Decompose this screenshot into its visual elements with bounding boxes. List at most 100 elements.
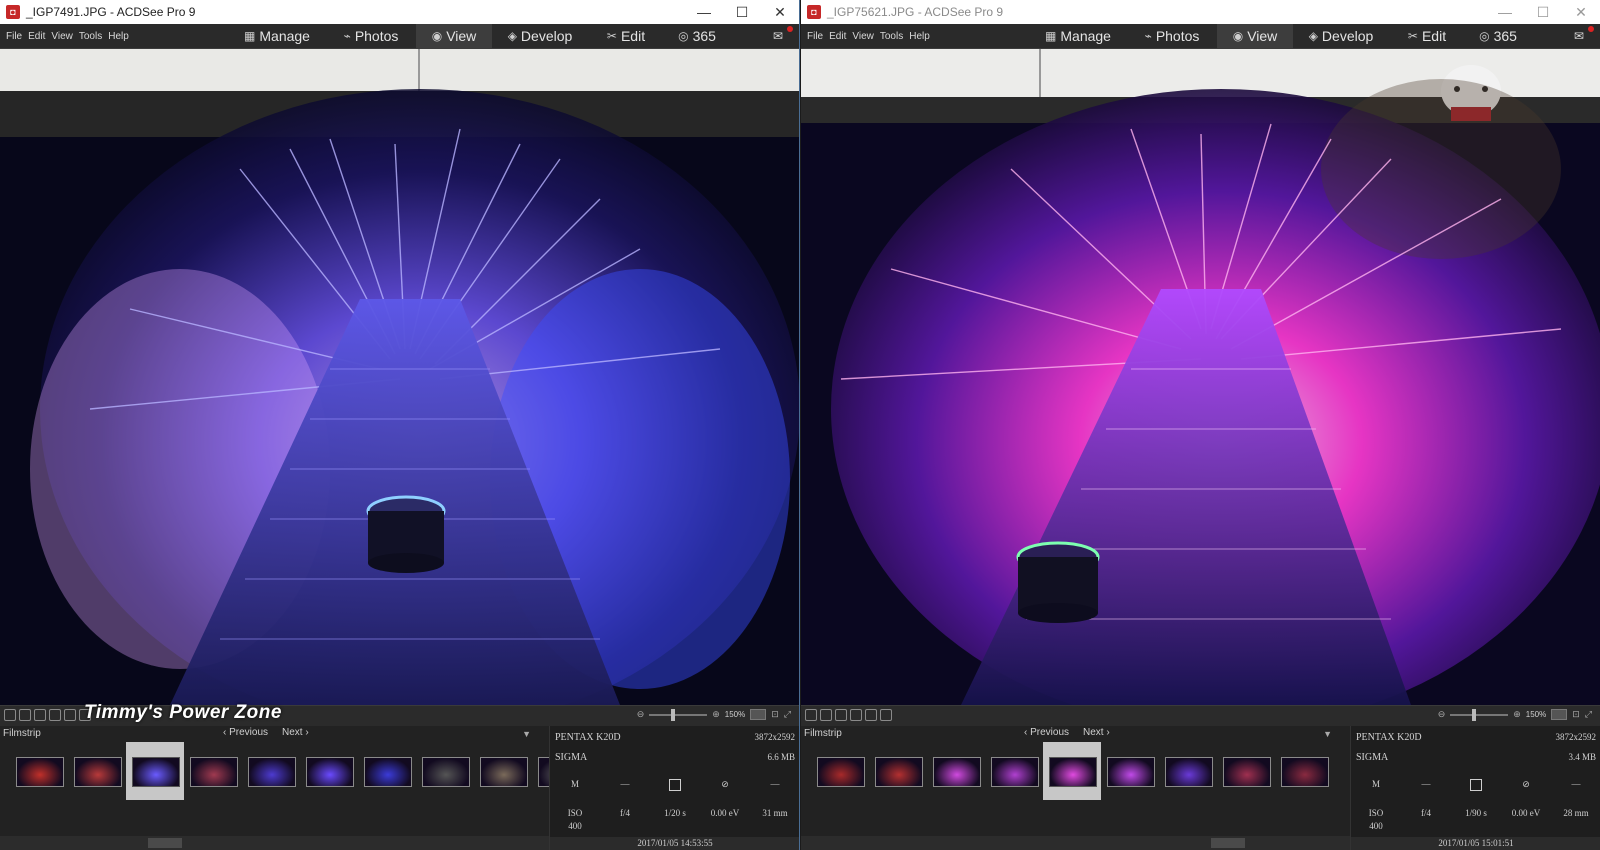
zoom-slider-knob[interactable] bbox=[671, 708, 676, 721]
filmstrip-thumbnail[interactable] bbox=[1275, 742, 1333, 800]
next-button[interactable]: Next › bbox=[282, 727, 309, 738]
previous-button[interactable]: ‹ Previous bbox=[223, 727, 268, 738]
thumbnail-image bbox=[74, 757, 122, 787]
mode-tab-365[interactable]: ◎ 365 bbox=[664, 24, 730, 48]
filmstrip-thumbnail[interactable] bbox=[300, 742, 358, 800]
mode-tab-edit[interactable]: ✂ Edit bbox=[1389, 24, 1465, 48]
close-button[interactable]: ✕ bbox=[761, 0, 799, 24]
shutter-value: 1/90 s bbox=[1465, 808, 1487, 818]
mode-tab-manage[interactable]: ▦ Manage bbox=[1029, 24, 1127, 48]
mode-tab-develop[interactable]: ◈ Develop bbox=[492, 24, 588, 48]
develop-icon: ◈ bbox=[507, 29, 517, 43]
scrollbar-thumb[interactable] bbox=[1211, 838, 1245, 848]
capture-datetime: 2017/01/05 15:01:51 bbox=[1351, 837, 1600, 850]
previous-button[interactable]: ‹ Previous bbox=[1024, 727, 1069, 738]
filmstrip-thumbnail[interactable] bbox=[242, 742, 300, 800]
filmstrip-thumbnail[interactable] bbox=[68, 742, 126, 800]
menu-tools[interactable]: Tools bbox=[880, 31, 903, 42]
filmstrip-thumbnail[interactable] bbox=[126, 742, 184, 800]
zoom-icon[interactable] bbox=[880, 709, 892, 721]
filmstrip-thumbnail[interactable] bbox=[1043, 742, 1101, 800]
zoom-out-icon[interactable]: ⊖ bbox=[1438, 709, 1446, 720]
select-icon[interactable] bbox=[64, 709, 76, 721]
menu-edit[interactable]: Edit bbox=[28, 31, 45, 42]
flash-off-icon: ⊘ bbox=[1522, 779, 1530, 789]
filmstrip-thumbnail[interactable] bbox=[927, 742, 985, 800]
menu-tools[interactable]: Tools bbox=[79, 31, 102, 42]
filmstrip-thumbnail[interactable] bbox=[985, 742, 1043, 800]
menu-bar: File Edit View Tools Help ▦ Manage ⌁ Photo… bbox=[801, 24, 1600, 49]
actual-size-icon[interactable]: ⊡ bbox=[1572, 709, 1580, 720]
rotate-right-icon[interactable] bbox=[34, 709, 46, 721]
rotate-right-icon[interactable] bbox=[835, 709, 847, 721]
shutter-value: 1/20 s bbox=[664, 808, 686, 818]
filmstrip-thumbnail[interactable] bbox=[1101, 742, 1159, 800]
menu-edit[interactable]: Edit bbox=[829, 31, 846, 42]
mode-tab-develop[interactable]: ◈ Develop bbox=[1293, 24, 1389, 48]
zoom-slider[interactable] bbox=[1450, 708, 1509, 721]
notifications-icon[interactable]: ✉ bbox=[1574, 26, 1594, 44]
save-icon[interactable] bbox=[4, 709, 16, 721]
filmstrip-thumbnail[interactable] bbox=[10, 742, 68, 800]
filmstrip-scrollbar[interactable] bbox=[801, 836, 1350, 850]
mode-tab-view[interactable]: ◉ View bbox=[1217, 24, 1293, 48]
rotate-left-icon[interactable] bbox=[820, 709, 832, 721]
select-icon[interactable] bbox=[865, 709, 877, 721]
filmstrip-thumbnail[interactable] bbox=[358, 742, 416, 800]
zoom-slider-knob[interactable] bbox=[1472, 708, 1477, 721]
maximize-button[interactable]: ☐ bbox=[1524, 0, 1562, 24]
filmstrip-thumbnail[interactable] bbox=[416, 742, 474, 800]
close-button[interactable]: ✕ bbox=[1562, 0, 1600, 24]
hand-icon[interactable] bbox=[850, 709, 862, 721]
zoom-slider[interactable] bbox=[649, 708, 708, 721]
placeholder-value: — bbox=[770, 779, 780, 789]
menu-view[interactable]: View bbox=[51, 31, 73, 42]
minimize-button[interactable]: — bbox=[685, 0, 723, 24]
filmstrip-thumbnail[interactable] bbox=[869, 742, 927, 800]
zoom-dropdown[interactable] bbox=[1551, 709, 1568, 720]
minimize-button[interactable]: — bbox=[1486, 0, 1524, 24]
photo-viewer[interactable] bbox=[801, 49, 1600, 705]
mode-tab-photos[interactable]: ⌁ Photos bbox=[326, 24, 416, 48]
hand-icon[interactable] bbox=[49, 709, 61, 721]
mode-tab-edit[interactable]: ✂ Edit bbox=[588, 24, 664, 48]
filmstrip-thumbnail[interactable] bbox=[1217, 742, 1275, 800]
fit-icon[interactable]: ⤢ bbox=[1585, 709, 1592, 720]
filmstrip-thumbnail[interactable] bbox=[1159, 742, 1217, 800]
menu-file[interactable]: File bbox=[6, 31, 22, 42]
mode-tab-365[interactable]: ◎ 365 bbox=[1465, 24, 1531, 48]
zoom-in-icon[interactable]: ⊕ bbox=[712, 709, 720, 720]
mode-tab-photos[interactable]: ⌁ Photos bbox=[1127, 24, 1217, 48]
viewer-toolbar: ⊖ ⊕ 150% ⊡ ⤢ bbox=[801, 705, 1600, 726]
filmstrip-scrollbar[interactable] bbox=[0, 836, 549, 850]
menu-view[interactable]: View bbox=[852, 31, 874, 42]
mode-label: View bbox=[446, 28, 477, 44]
filmstrip-menu-icon[interactable]: ▼ bbox=[522, 729, 531, 739]
scrollbar-thumb[interactable] bbox=[148, 838, 182, 848]
menu-help[interactable]: Help bbox=[909, 31, 930, 42]
menu-help[interactable]: Help bbox=[108, 31, 129, 42]
title-bar[interactable]: ◘ _IGP7491.JPG - ACDSee Pro 9 — ☐ ✕ bbox=[0, 0, 799, 24]
actual-size-icon[interactable]: ⊡ bbox=[771, 709, 779, 720]
filmstrip-thumbnail[interactable] bbox=[811, 742, 869, 800]
zoom-out-icon[interactable]: ⊖ bbox=[637, 709, 645, 720]
save-icon[interactable] bbox=[805, 709, 817, 721]
rotate-left-icon[interactable] bbox=[19, 709, 31, 721]
menu-bar: File Edit View Tools Help ▦ Manage ⌁ Photo… bbox=[0, 24, 799, 49]
maximize-button[interactable]: ☐ bbox=[723, 0, 761, 24]
filmstrip-thumbnail[interactable] bbox=[474, 742, 532, 800]
mode-tab-manage[interactable]: ▦ Manage bbox=[228, 24, 326, 48]
fit-icon[interactable]: ⤢ bbox=[784, 709, 791, 720]
mode-tab-view[interactable]: ◉ View bbox=[416, 24, 492, 48]
photo-viewer[interactable] bbox=[0, 49, 799, 705]
filmstrip-menu-icon[interactable]: ▼ bbox=[1323, 729, 1332, 739]
notifications-icon[interactable]: ✉ bbox=[773, 26, 793, 44]
zoom-in-icon[interactable]: ⊕ bbox=[1513, 709, 1521, 720]
mode-label: 365 bbox=[692, 28, 716, 44]
title-bar[interactable]: ◘ _IGP75621.JPG - ACDSee Pro 9 — ☐ ✕ bbox=[801, 0, 1600, 24]
zoom-dropdown[interactable] bbox=[750, 709, 767, 720]
filmstrip-thumbnail[interactable] bbox=[184, 742, 242, 800]
menu-file[interactable]: File bbox=[807, 31, 823, 42]
next-button[interactable]: Next › bbox=[1083, 727, 1110, 738]
lens-name: SIGMA bbox=[555, 752, 588, 763]
